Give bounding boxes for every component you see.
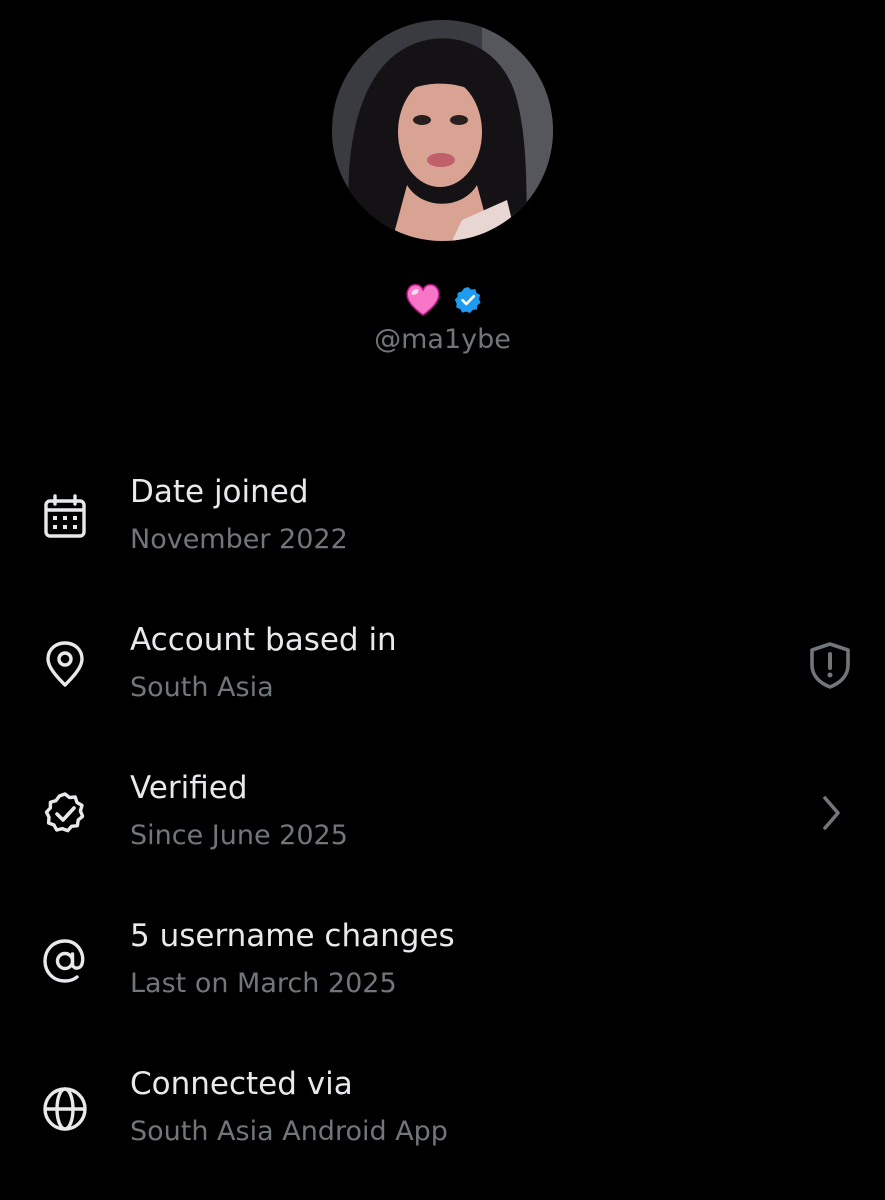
info-subtitle: South Asia Android App xyxy=(130,1116,448,1147)
info-title: Date joined xyxy=(130,474,309,510)
account-info-list: Date joined November 2022 Account based … xyxy=(0,460,885,1200)
info-row-account-based-in: Account based in South Asia xyxy=(0,608,885,756)
info-title: 5 username changes xyxy=(130,918,455,954)
globe-icon xyxy=(38,1082,92,1136)
verified-badge-icon[interactable] xyxy=(453,285,483,315)
info-subtitle: November 2022 xyxy=(130,524,348,555)
username-handle: @ma1ybe xyxy=(374,324,511,355)
info-subtitle: South Asia xyxy=(130,672,274,703)
display-name xyxy=(0,280,885,320)
location-pin-icon xyxy=(38,638,92,692)
info-subtitle: Since June 2025 xyxy=(130,820,348,851)
info-title: Verified xyxy=(130,770,248,806)
info-subtitle: Last on March 2025 xyxy=(130,968,397,999)
heart-emoji-icon xyxy=(405,284,440,316)
info-row-connected-via: Connected via South Asia Android App xyxy=(0,1052,885,1200)
avatar[interactable] xyxy=(332,20,553,241)
at-sign-icon xyxy=(38,934,92,988)
info-row-verified[interactable]: Verified Since June 2025 xyxy=(0,756,885,904)
info-title: Connected via xyxy=(130,1066,353,1102)
chevron-right-icon[interactable] xyxy=(805,788,855,838)
verified-check-icon xyxy=(38,786,92,840)
info-row-username-changes: 5 username changes Last on March 2025 xyxy=(0,904,885,1052)
calendar-icon xyxy=(38,490,92,544)
shield-alert-icon[interactable] xyxy=(805,640,855,690)
info-title: Account based in xyxy=(130,622,397,658)
info-row-date-joined: Date joined November 2022 xyxy=(0,460,885,608)
